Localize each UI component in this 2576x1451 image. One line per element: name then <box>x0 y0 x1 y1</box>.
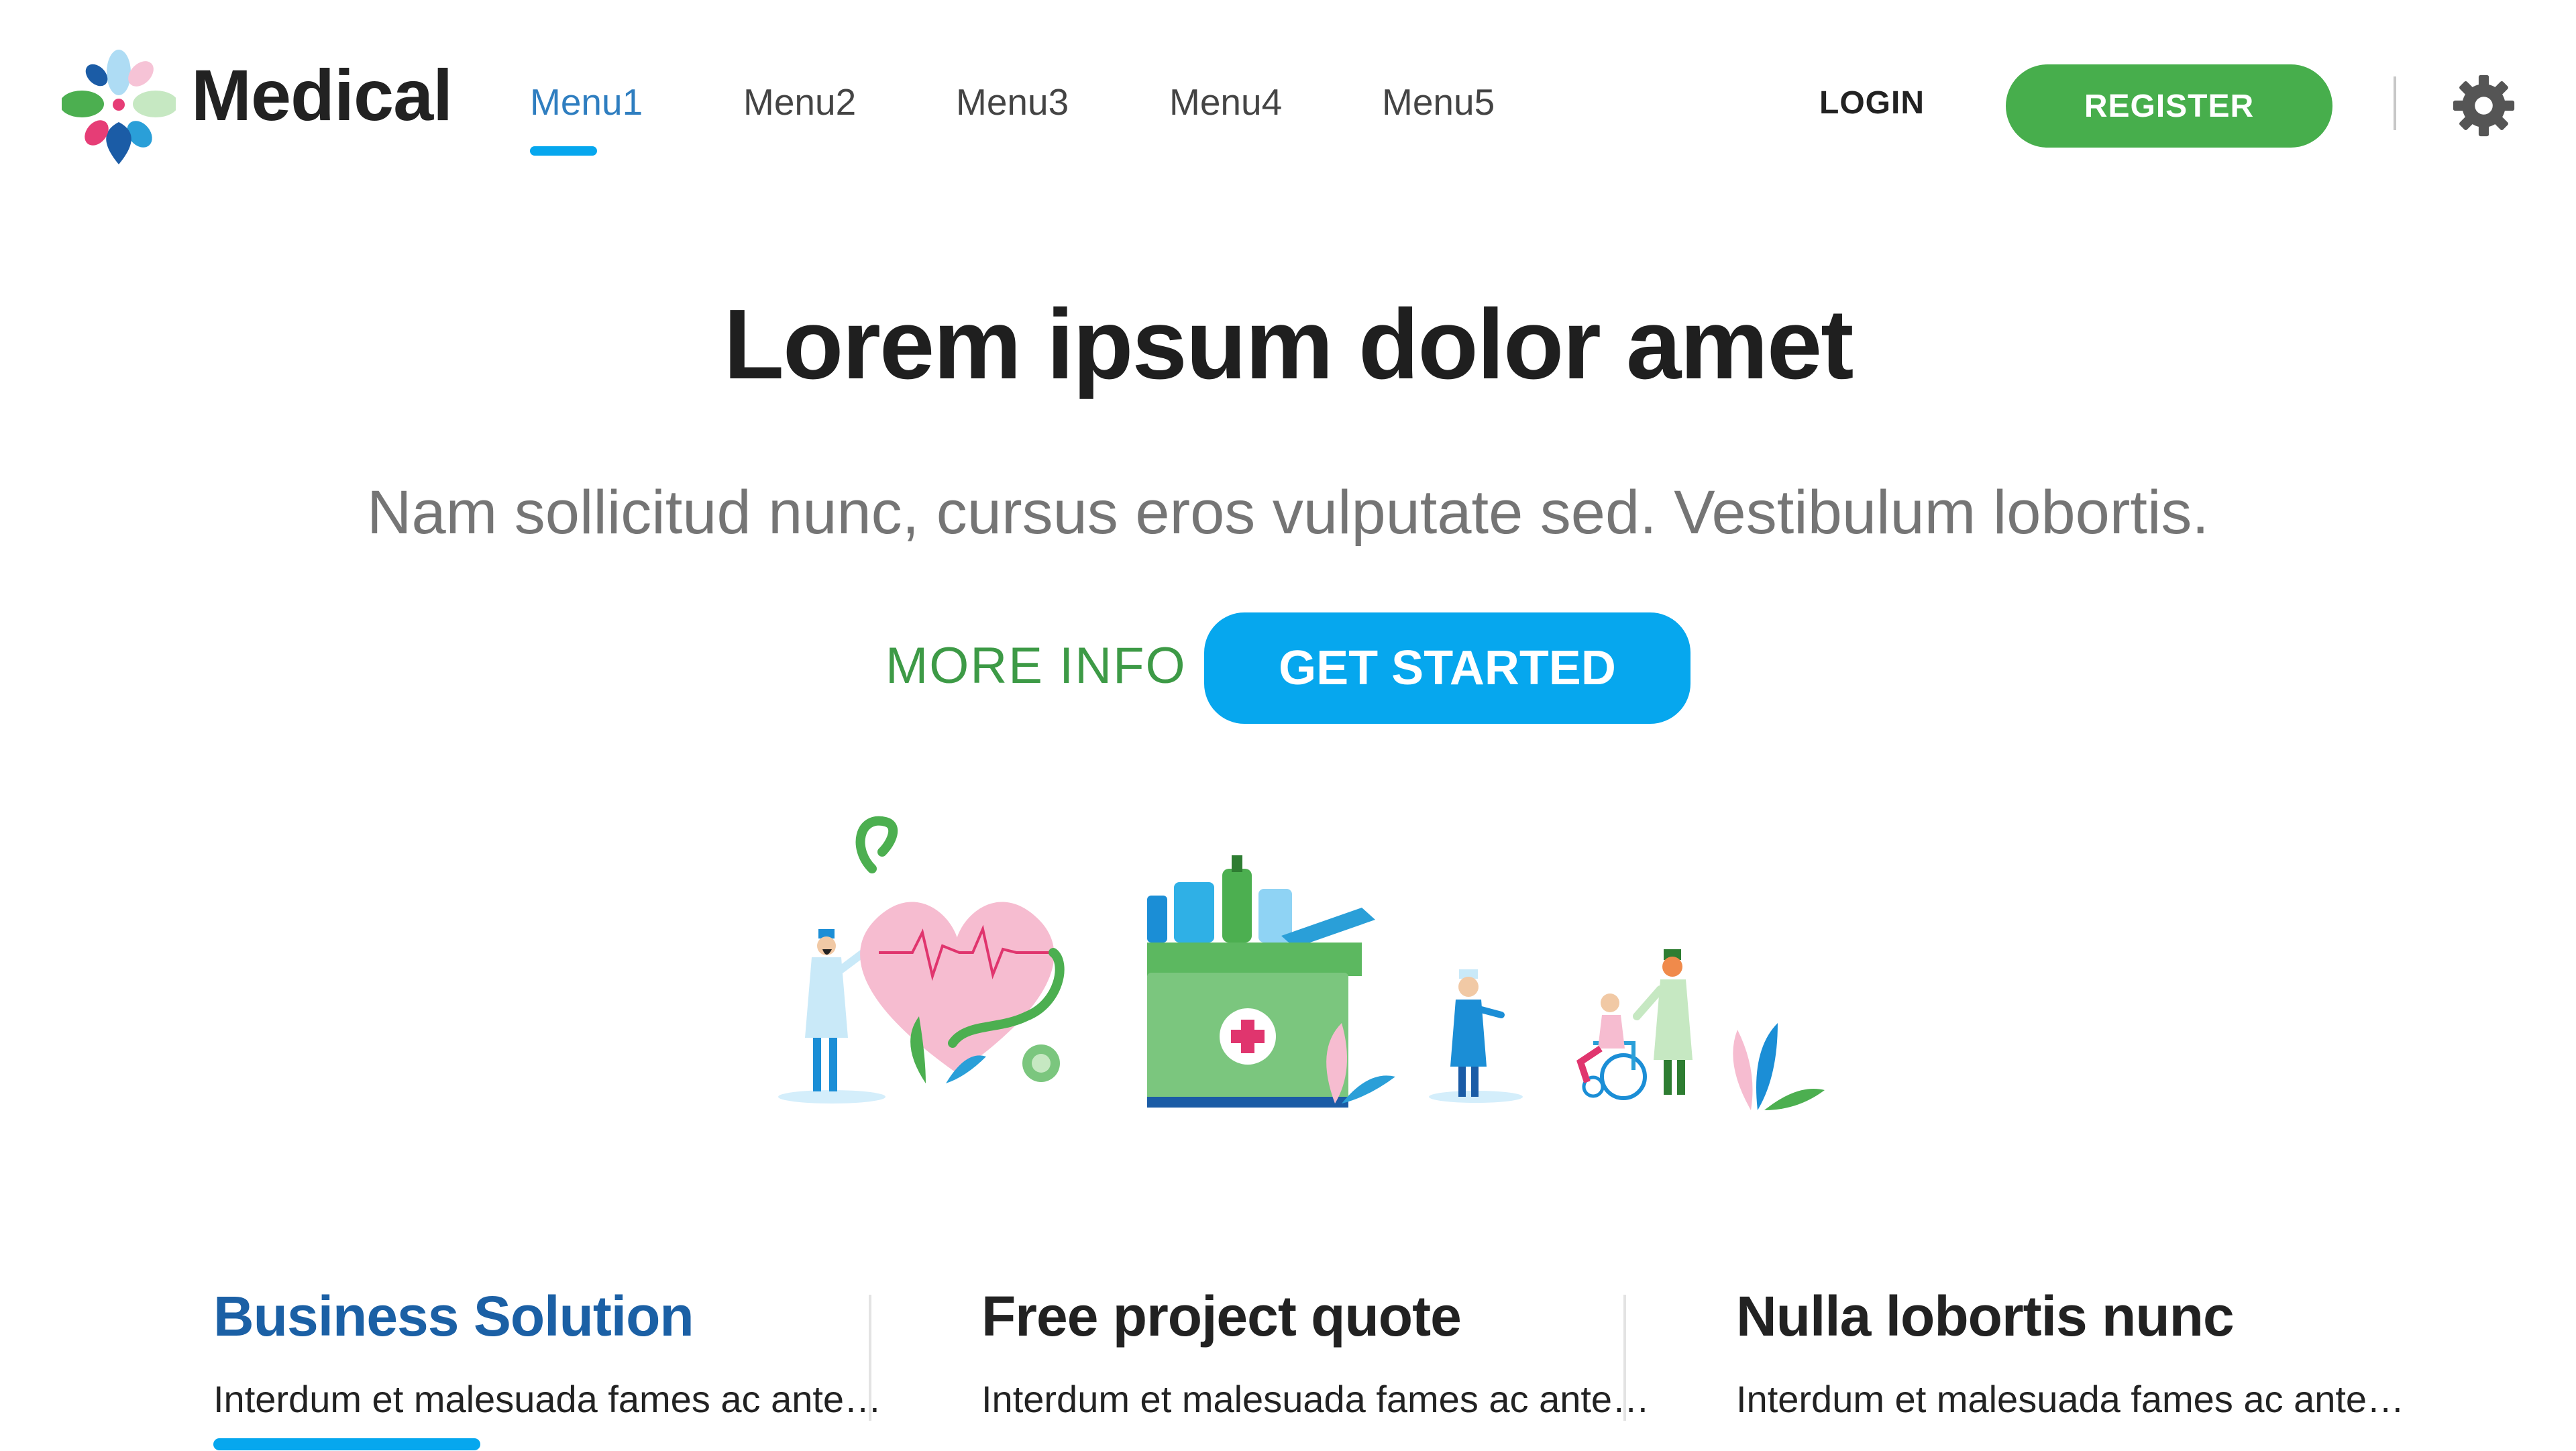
hero-title: Lorem ipsum dolor amet <box>723 289 1854 400</box>
nav-menu5[interactable]: Menu5 <box>1382 84 1495 121</box>
nav-menu2[interactable]: Menu2 <box>743 84 856 121</box>
card-text: Interdum et malesuada fames ac ante… <box>981 1378 1650 1420</box>
get-started-button[interactable]: GET STARTED <box>1204 612 1690 724</box>
card-text: Interdum et malesuada fames ac ante… <box>1736 1378 2405 1420</box>
card-active-indicator <box>213 1438 480 1450</box>
register-button[interactable]: REGISTER <box>2006 64 2332 148</box>
nurse-figure-icon <box>1450 969 1505 1097</box>
brand-name: Medical <box>191 54 453 136</box>
card-title-nulla-lobortis-nunc[interactable]: Nulla lobortis nunc <box>1736 1288 2235 1344</box>
nav-menu1[interactable]: Menu1 <box>530 84 643 121</box>
heart-icon <box>855 816 1065 1083</box>
wheelchair-patient-icon <box>1576 949 1693 1100</box>
doctor-figure-icon <box>805 929 872 1091</box>
first-aid-kit-icon <box>1147 855 1395 1108</box>
hero-subtitle: Nam sollicitud nunc, cursus eros vulputa… <box>367 478 2209 547</box>
card-divider <box>1623 1295 1626 1421</box>
nav-active-indicator <box>530 146 597 156</box>
nav-menu3[interactable]: Menu3 <box>956 84 1069 121</box>
login-link[interactable]: LOGIN <box>1819 87 1925 119</box>
more-info-link[interactable]: MORE INFO <box>885 641 1187 692</box>
nav-menu4[interactable]: Menu4 <box>1169 84 1282 121</box>
card-text: Interdum et malesuada fames ac ante… <box>213 1378 882 1420</box>
card-divider <box>869 1295 871 1421</box>
card-title-business-solution[interactable]: Business Solution <box>213 1288 694 1344</box>
medical-logo-icon <box>62 50 176 164</box>
card-title-free-project-quote[interactable]: Free project quote <box>981 1288 1462 1344</box>
plant-icon <box>1733 1023 1825 1110</box>
gear-icon[interactable] <box>2452 74 2516 138</box>
medical-illustration <box>778 816 1825 1110</box>
header-divider <box>2394 76 2396 130</box>
